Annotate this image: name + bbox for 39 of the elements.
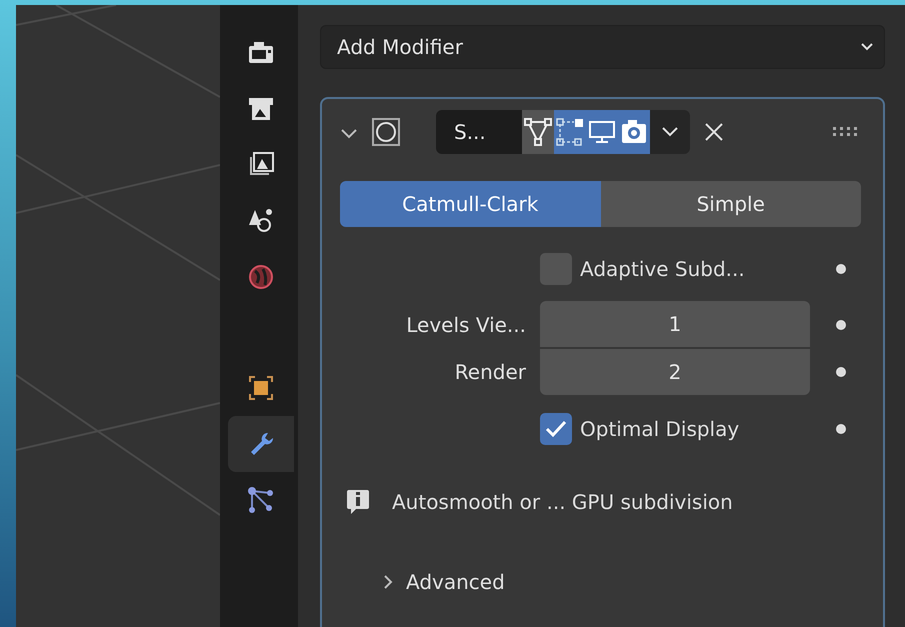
field-label: Render (454, 359, 526, 386)
drops-icon (247, 207, 275, 235)
keyframe-dot[interactable] (836, 367, 846, 377)
segment-option[interactable]: Simple (600, 181, 861, 227)
camera-icon (620, 118, 648, 146)
caret-icon (340, 128, 358, 140)
monitor-icon (588, 118, 616, 146)
keyframe-dot[interactable] (836, 264, 846, 274)
info-message: Autosmooth or ... GPU subdivision (392, 489, 733, 516)
cage-icon (556, 118, 584, 146)
number-field[interactable]: 1 (540, 301, 810, 347)
toggle-button[interactable] (618, 110, 650, 154)
keyframe-dot[interactable] (836, 424, 846, 434)
number-field[interactable]: 2 (540, 349, 810, 395)
object-icon (247, 374, 275, 402)
drag-handle-icon[interactable] (833, 127, 859, 137)
toggle-button[interactable] (522, 110, 554, 154)
printer-icon (247, 95, 275, 123)
close-icon[interactable] (704, 122, 724, 142)
modifier-name-field[interactable]: S... (436, 110, 522, 154)
keyframe-dot[interactable] (836, 320, 846, 330)
info-icon (346, 489, 370, 515)
subdivision-icon (372, 118, 400, 146)
checkbox[interactable] (540, 413, 572, 445)
caret-icon (382, 574, 394, 590)
add-modifier-dropdown[interactable]: Add Modifier (320, 25, 885, 69)
checkbox[interactable] (540, 253, 572, 285)
dropdown-button[interactable] (650, 110, 690, 154)
edit-mode-icon (524, 118, 552, 146)
caret-icon (661, 126, 679, 138)
field-label: Levels Vie... (405, 312, 526, 339)
toggle-button[interactable] (554, 110, 586, 154)
nodes-icon (247, 486, 275, 514)
advanced-section-header[interactable]: Advanced (382, 567, 505, 597)
checkbox-label: Adaptive Subd... (580, 256, 745, 283)
segment-option[interactable]: Catmull-Clark (340, 181, 600, 227)
caret-icon (860, 42, 874, 52)
checkbox-label: Optimal Display (580, 416, 740, 443)
check-icon (545, 420, 567, 438)
